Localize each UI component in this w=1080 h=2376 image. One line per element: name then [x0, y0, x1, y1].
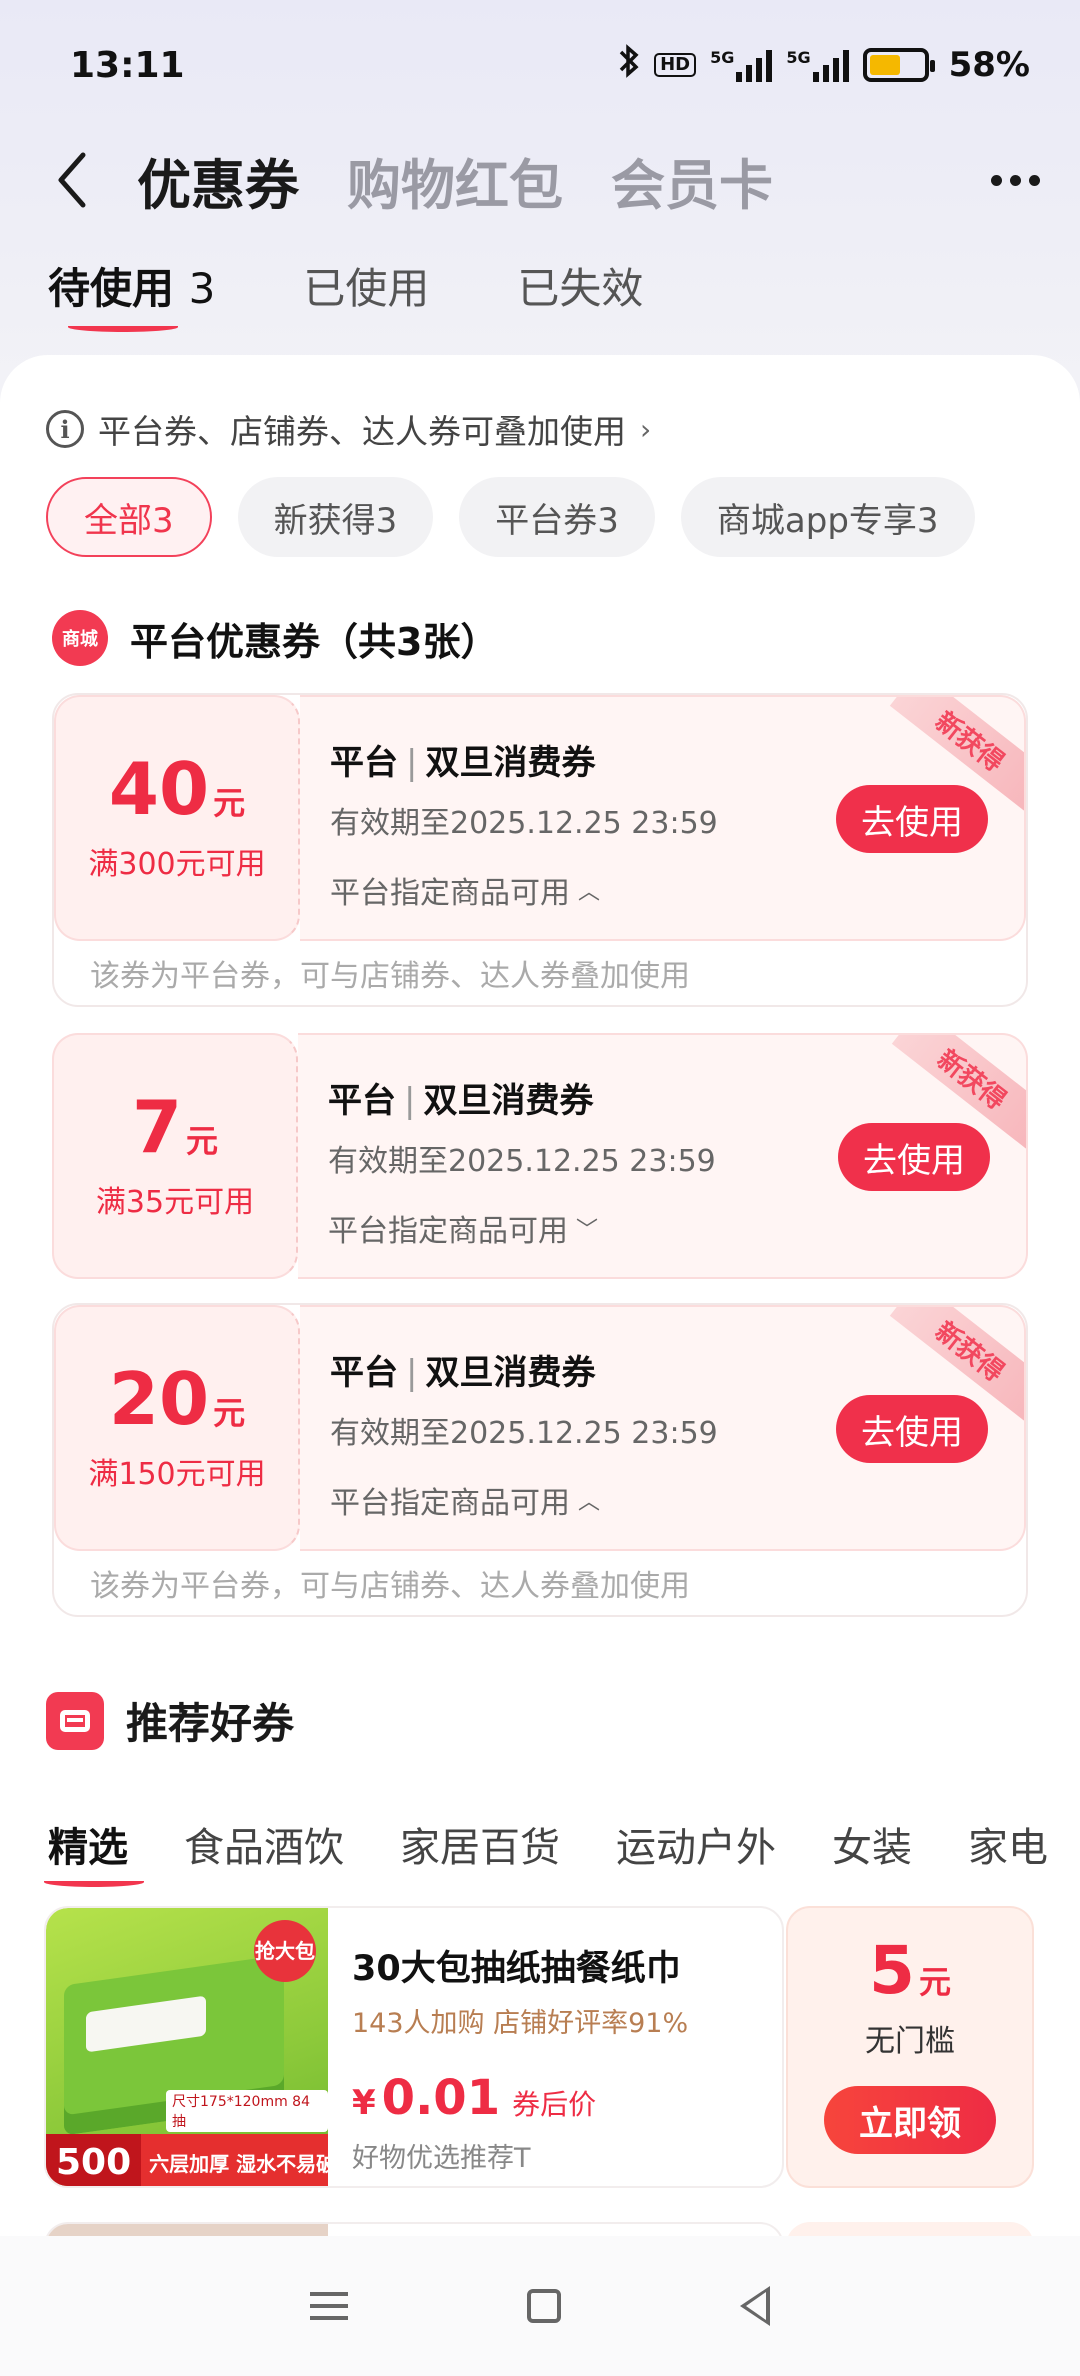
product-feature: 六层加厚 湿水不易破: [149, 2151, 328, 2176]
coupon-icon: [46, 1691, 104, 1750]
chip-app-exclusive[interactable]: 商城app专享3: [680, 477, 975, 557]
chevron-up-icon: ︿: [578, 1490, 601, 1515]
coupon-value: 20 元 满150元可用: [54, 1305, 300, 1551]
tab-appliances[interactable]: 家电: [968, 1815, 1048, 1873]
use-coupon-button[interactable]: 去使用: [836, 1395, 988, 1463]
use-coupon-button[interactable]: 去使用: [836, 785, 988, 853]
menu-icon[interactable]: [309, 2292, 348, 2320]
product-meta: 143人加购 店铺好评率91%: [352, 2008, 689, 2039]
battery-percent: 58%: [948, 45, 1030, 85]
coupon-card: 40 元 满300元可用 平台 | 双旦消费券 有效期至2025.12.25 23:5…: [52, 693, 1028, 1007]
stacking-tip[interactable]: i 平台券、店铺券、达人券可叠加使用 ›: [46, 405, 651, 453]
product-count: 500: [46, 2134, 142, 2186]
reward-amount: 5元: [869, 1932, 951, 2009]
chevron-right-icon: ›: [640, 412, 652, 446]
chevron-up-icon: ︿: [578, 880, 601, 905]
signal-icon-2: 5G: [786, 48, 849, 82]
platform-coupons-heading: 商城 平台优惠券（共3张）: [52, 610, 498, 666]
coupon-scope[interactable]: 平台指定商品可用 ﹀: [328, 1206, 1026, 1250]
coupon-title: 平台 | 双旦消费券: [330, 743, 596, 783]
battery-icon: [862, 48, 935, 82]
tab-coupons[interactable]: 优惠券: [137, 141, 299, 220]
more-options-icon[interactable]: [991, 174, 1040, 186]
chevron-down-icon: ﹀: [576, 1218, 599, 1243]
status-bar: 13:11 HD 5G 5G 58%: [0, 0, 1080, 130]
tab-womens-wear[interactable]: 女装: [832, 1815, 912, 1873]
coupon-value: 40 元 满300元可用: [54, 695, 300, 941]
mall-icon: 商城: [52, 610, 108, 666]
signal-icon-1: 5G: [710, 48, 773, 82]
tab-home-goods[interactable]: 家居百货: [400, 1815, 560, 1873]
back-arrow-icon[interactable]: [55, 150, 95, 210]
coupon-status-tabs: 待使用 3 已使用 已失效: [0, 245, 1080, 332]
tab-food-drinks[interactable]: 食品酒饮: [184, 1815, 344, 1873]
coupon-scope[interactable]: 平台指定商品可用 ︿: [330, 868, 1024, 912]
claim-now-button[interactable]: 立即领: [824, 2086, 996, 2154]
tab-featured[interactable]: 精选: [44, 1815, 144, 1887]
product-card[interactable]: 抢大包 尺寸175*120mm 84抽 500 六层加厚 湿水不易破 30大包抽…: [44, 1906, 784, 2188]
coupon-condition: 满35元可用: [95, 1185, 255, 1220]
hd-icon: HD: [654, 53, 697, 77]
section-title: 平台优惠券（共3张）: [130, 619, 499, 664]
reward-coupon-card: 5元 无门槛 立即领: [786, 1906, 1034, 2188]
product-badge: 抢大包: [254, 1920, 316, 1982]
coupon-details: 平台 | 双旦消费券 有效期至2025.12.25 23:59 平台指定商品可用 ︿ …: [300, 695, 1026, 941]
reward-condition: 无门槛: [865, 2024, 955, 2059]
chip-all[interactable]: 全部3: [46, 477, 212, 557]
coupon-value: 7元 满35元可用: [52, 1033, 298, 1279]
home-square-icon[interactable]: [526, 2289, 561, 2323]
product-price: ¥0.01 券后价: [352, 2070, 597, 2126]
product-spec: 尺寸175*120mm 84抽: [166, 2090, 328, 2132]
back-triangle-icon[interactable]: [740, 2286, 771, 2326]
coupon-condition: 满150元可用: [88, 1457, 266, 1492]
coupon-details: 平台 | 双旦消费券 有效期至2025.12.25 23:59 平台指定商品可用 ﹀ …: [298, 1033, 1028, 1279]
coupon-condition: 满300元可用: [88, 847, 266, 882]
page-header: 优惠券 购物红包 会员卡: [0, 130, 1080, 230]
coupon-title: 平台 | 双旦消费券: [328, 1081, 594, 1121]
coupon-card: 20 元 满150元可用 平台 | 双旦消费券 有效期至2025.12.25 23:5…: [52, 1303, 1028, 1617]
coupon-note: 该券为平台券，可与店铺券、达人券叠加使用: [90, 959, 690, 994]
recommend-heading: 推荐好券: [46, 1690, 294, 1751]
coupon-note: 该券为平台券，可与店铺券、达人券叠加使用: [90, 1569, 690, 1604]
tab-red-packets[interactable]: 购物红包: [347, 141, 563, 220]
coupon-card: 7元 满35元可用 平台 | 双旦消费券 有效期至2025.12.25 23:59 …: [52, 1033, 1028, 1279]
tab-unused[interactable]: 待使用 3: [48, 255, 215, 332]
status-time: 13:11: [70, 44, 185, 86]
chip-platform[interactable]: 平台券3: [459, 477, 655, 557]
tab-expired[interactable]: 已失效: [517, 255, 643, 316]
recommend-title: 推荐好券: [126, 1699, 295, 1748]
category-tabs: 精选 食品酒饮 家居百货 运动户外 女装 家电: [44, 1815, 1048, 1887]
product-recommend-tag: 好物优选推荐T: [352, 2143, 531, 2174]
product-image: 抢大包 尺寸175*120mm 84抽 500 六层加厚 湿水不易破: [46, 1908, 328, 2186]
product-info: 30大包抽纸抽餐纸巾 143人加购 店铺好评率91% ¥0.01 券后价 好物优选…: [328, 1908, 688, 2186]
status-icons: HD 5G 5G 58%: [618, 43, 1030, 88]
info-icon: i: [46, 410, 84, 448]
tab-member-card[interactable]: 会员卡: [611, 141, 773, 220]
coupon-title: 平台 | 双旦消费券: [330, 1353, 596, 1393]
filter-chips: 全部3 新获得3 平台券3 商城app专享3: [46, 477, 975, 557]
tab-used[interactable]: 已使用: [303, 255, 429, 316]
use-coupon-button[interactable]: 去使用: [838, 1123, 990, 1191]
bluetooth-icon: [618, 43, 640, 88]
system-nav-bar: [0, 2236, 1080, 2376]
chip-new[interactable]: 新获得3: [237, 477, 434, 557]
header-tabs: 优惠券 购物红包 会员卡: [137, 141, 991, 220]
coupon-scope[interactable]: 平台指定商品可用 ︿: [330, 1478, 1024, 1522]
product-name: 30大包抽纸抽餐纸巾: [352, 1949, 681, 1989]
coupon-details: 平台 | 双旦消费券 有效期至2025.12.25 23:59 平台指定商品可用 ︿ …: [300, 1305, 1026, 1551]
tab-sports-outdoor[interactable]: 运动户外: [616, 1815, 776, 1873]
tip-text: 平台券、店铺券、达人券可叠加使用: [98, 412, 626, 451]
